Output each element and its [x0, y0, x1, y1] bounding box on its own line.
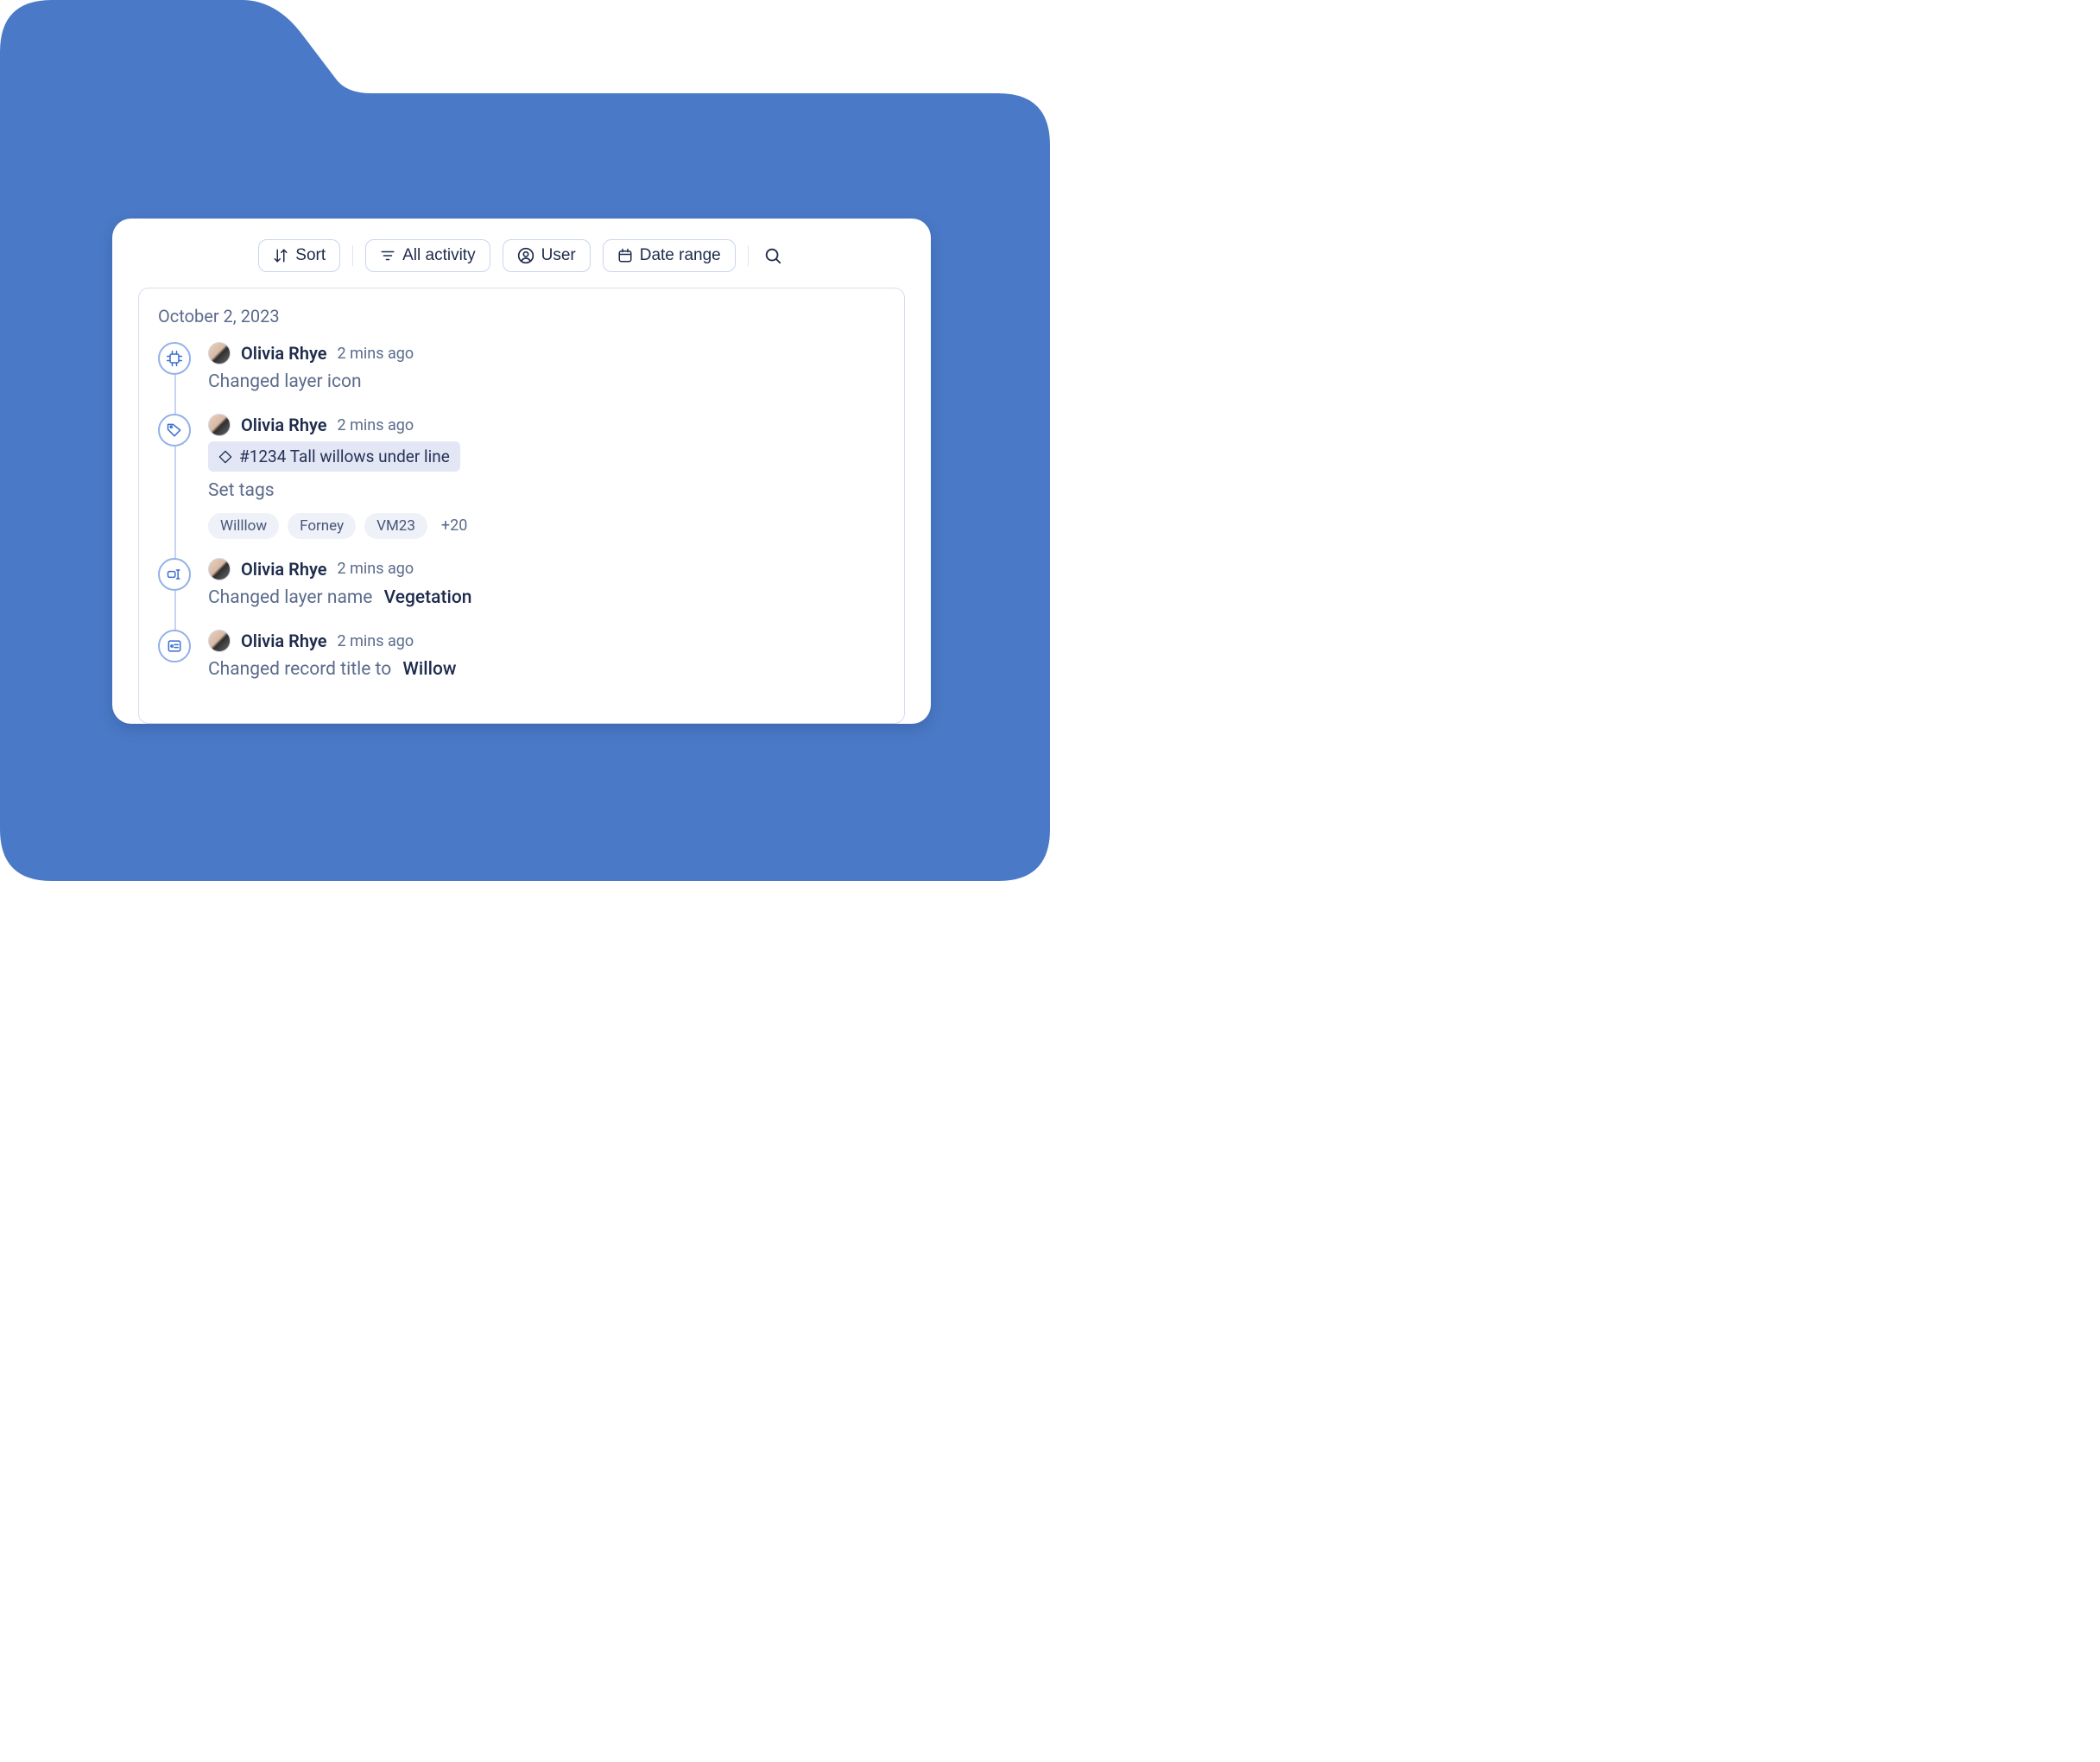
feed-description-line: Changed layer name Vegetation: [208, 586, 885, 611]
feed-description-line: Changed record title to Willow: [208, 657, 885, 682]
date-heading: October 2, 2023: [158, 306, 885, 326]
sort-icon: [273, 248, 288, 263]
calendar-icon: [617, 248, 633, 263]
tag-list: Willlow Forney VM23 +20: [208, 513, 885, 539]
divider: [748, 245, 749, 266]
user-filter-label: User: [541, 246, 576, 265]
search-button[interactable]: [761, 244, 785, 268]
date-range-label: Date range: [640, 246, 721, 265]
user-circle-icon: [517, 247, 534, 264]
divider: [352, 245, 353, 266]
feed-description: Set tags: [208, 479, 885, 504]
diamond-icon: [218, 450, 232, 464]
avatar: [208, 414, 231, 436]
feed-description: Changed layer name: [208, 587, 372, 608]
feed-item: Olivia Rhye 2 mins ago Changed record ti…: [158, 630, 885, 701]
feed-description: Changed record title to: [208, 659, 391, 680]
activity-card: Sort All activity User Date range Octobe…: [112, 219, 931, 724]
sort-button[interactable]: Sort: [258, 239, 340, 272]
feed-item: Olivia Rhye 2 mins ago #1234 Tall willow…: [158, 414, 885, 557]
feed-timestamp: 2 mins ago: [338, 560, 414, 578]
activity-filter-button[interactable]: All activity: [365, 239, 490, 272]
feed-user: Olivia Rhye: [241, 631, 327, 651]
tag-chip[interactable]: VM23: [364, 513, 427, 539]
feed-description: Changed layer icon: [208, 370, 885, 395]
tag-icon: [166, 421, 183, 439]
user-filter-button[interactable]: User: [503, 239, 591, 272]
feed-timestamp: 2 mins ago: [338, 632, 414, 650]
object-reference-chip[interactable]: #1234 Tall willows under line: [208, 441, 460, 472]
feed-item: Olivia Rhye 2 mins ago Changed layer ico…: [158, 342, 885, 414]
timeline-dot: [158, 414, 191, 447]
timeline-dot: [158, 342, 191, 375]
feed-value: Vegetation: [384, 587, 472, 608]
timeline-line: [174, 591, 176, 631]
search-icon: [763, 246, 782, 265]
date-range-button[interactable]: Date range: [603, 239, 736, 272]
feed-item: Olivia Rhye 2 mins ago Changed layer nam…: [158, 558, 885, 630]
activity-feed-panel: October 2, 2023 Olivia Rhye 2 mins ago C…: [138, 288, 905, 724]
tag-chip[interactable]: Forney: [288, 513, 356, 539]
timeline-line: [174, 447, 176, 559]
record-icon: [166, 637, 183, 655]
feed-value: Willow: [402, 659, 456, 680]
feed-user: Olivia Rhye: [241, 343, 327, 364]
rename-icon: [166, 566, 183, 583]
timeline-dot: [158, 558, 191, 591]
avatar: [208, 342, 231, 364]
filter-bar: Sort All activity User Date range: [138, 239, 905, 272]
feed-timestamp: 2 mins ago: [338, 416, 414, 434]
filter-icon: [380, 248, 395, 263]
avatar: [208, 558, 231, 580]
avatar: [208, 630, 231, 652]
sort-button-label: Sort: [295, 246, 326, 265]
layer-cpu-icon: [166, 350, 183, 367]
feed-user: Olivia Rhye: [241, 415, 327, 435]
feed-user: Olivia Rhye: [241, 559, 327, 580]
tag-chip[interactable]: Willlow: [208, 513, 279, 539]
feed-timestamp: 2 mins ago: [338, 345, 414, 363]
tag-more-count[interactable]: +20: [441, 517, 467, 535]
activity-filter-label: All activity: [402, 246, 475, 265]
timeline-line: [174, 375, 176, 415]
timeline-dot: [158, 630, 191, 662]
object-reference-text: #1234 Tall willows under line: [239, 447, 450, 466]
